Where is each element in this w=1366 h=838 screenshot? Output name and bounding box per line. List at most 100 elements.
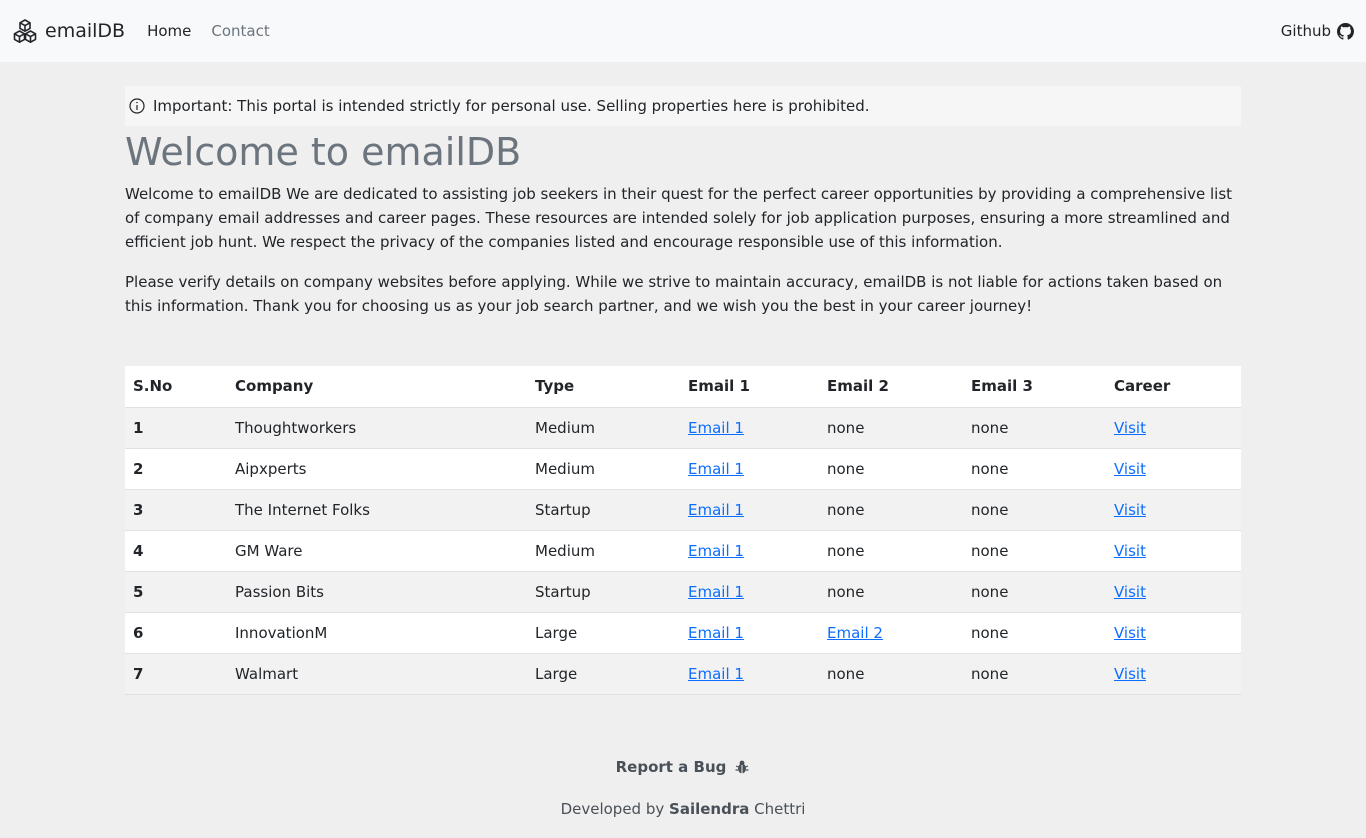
cell-email1: Email 1 [680, 529, 819, 571]
cell-sno: 6 [125, 611, 227, 653]
table-row: 3 The Internet Folks Startup Email 1 none non… [125, 488, 1241, 530]
header-type: Type [527, 366, 680, 407]
report-bug-link[interactable]: Report a Bug [0, 758, 1366, 776]
header-email2: Email 2 [819, 366, 963, 407]
info-circle-icon [129, 98, 145, 114]
cell-career: Visit [1106, 652, 1241, 695]
cell-type: Medium [527, 406, 680, 448]
cell-type: Medium [527, 529, 680, 571]
cell-email3: none [963, 570, 1106, 612]
brand-link[interactable]: emailDB [12, 18, 125, 44]
cell-email3: none [963, 406, 1106, 448]
email2-link[interactable]: Email 2 [827, 624, 883, 642]
github-icon [1337, 22, 1354, 40]
bug-icon [735, 760, 749, 774]
cell-email1: Email 1 [680, 570, 819, 612]
career-visit-link[interactable]: Visit [1114, 460, 1146, 478]
nav-home[interactable]: Home [147, 22, 191, 40]
career-visit-link[interactable]: Visit [1114, 501, 1146, 519]
cell-email1: Email 1 [680, 652, 819, 695]
career-visit-link[interactable]: Visit [1114, 542, 1146, 560]
header-career: Career [1106, 366, 1241, 407]
cell-sno: 5 [125, 570, 227, 612]
developer-credit: Developed by Sailendra Chettri [0, 800, 1366, 818]
cell-company: InnovationM [227, 611, 527, 653]
cell-career: Visit [1106, 447, 1241, 489]
cell-email1: Email 1 [680, 406, 819, 448]
header-email1: Email 1 [680, 366, 819, 407]
intro-paragraph: Welcome to emailDB We are dedicated to a… [125, 185, 1233, 251]
cell-email2: none [819, 406, 963, 448]
cell-email1: Email 1 [680, 447, 819, 489]
table-header-row: S.No Company Type Email 1 Email 2 Email … [125, 366, 1241, 407]
table-row: 4 GM Ware Medium Email 1 none none Visit [125, 529, 1241, 571]
cell-email2: none [819, 488, 963, 530]
cubes-icon [13, 19, 37, 43]
header-email3: Email 3 [963, 366, 1106, 407]
email1-link[interactable]: Email 1 [688, 501, 744, 519]
cell-company: Passion Bits [227, 570, 527, 612]
table-row: 2 Aipxperts Medium Email 1 none none Visit [125, 447, 1241, 489]
cell-email3: none [963, 488, 1106, 530]
cell-email3: none [963, 652, 1106, 695]
career-visit-link[interactable]: Visit [1114, 665, 1146, 683]
github-link[interactable]: Github [1281, 0, 1354, 62]
cell-career: Visit [1106, 570, 1241, 612]
career-visit-link[interactable]: Visit [1114, 583, 1146, 601]
cell-email2: none [819, 652, 963, 695]
github-label: Github [1280, 22, 1331, 40]
table-row: 1 Thoughtworkers Medium Email 1 none none Visi… [125, 406, 1241, 448]
cell-career: Visit [1106, 529, 1241, 571]
email1-link[interactable]: Email 1 [688, 624, 744, 642]
cell-type: Startup [527, 570, 680, 612]
dev-last-name: Chettri [754, 800, 806, 818]
cell-company: Walmart [227, 652, 527, 695]
career-visit-link[interactable]: Visit [1114, 624, 1146, 642]
cell-career: Visit [1106, 611, 1241, 653]
dev-prefix: Developed by [560, 800, 665, 818]
notice-alert: Important: This portal is intended stric… [125, 86, 1241, 126]
cell-type: Medium [527, 447, 680, 489]
cell-career: Visit [1106, 488, 1241, 530]
cell-email1: Email 1 [680, 488, 819, 530]
company-table: S.No Company Type Email 1 Email 2 Email … [125, 366, 1241, 695]
cell-email2: none [819, 447, 963, 489]
cell-email3: none [963, 447, 1106, 489]
email1-link[interactable]: Email 1 [688, 460, 744, 478]
cell-company: The Internet Folks [227, 488, 527, 530]
header-sno: S.No [125, 366, 227, 407]
table-row: 7 Walmart Large Email 1 none none Visit [125, 652, 1241, 695]
cell-sno: 3 [125, 488, 227, 530]
cell-email3: none [963, 611, 1106, 653]
email1-link[interactable]: Email 1 [688, 419, 744, 437]
disclaimer-paragraph: Please verify details on company website… [125, 273, 1223, 315]
cell-email1: Email 1 [680, 611, 819, 653]
cell-company: Aipxperts [227, 447, 527, 489]
email1-link[interactable]: Email 1 [688, 665, 744, 683]
cell-email2: Email 2 [819, 611, 963, 653]
header-company: Company [227, 366, 527, 407]
cell-sno: 7 [125, 652, 227, 695]
email1-link[interactable]: Email 1 [688, 583, 744, 601]
email1-link[interactable]: Email 1 [688, 542, 744, 560]
page-title: Welcome to emailDB [125, 130, 522, 174]
cell-sno: 1 [125, 406, 227, 448]
cell-career: Visit [1106, 406, 1241, 448]
cell-email2: none [819, 570, 963, 612]
cell-email2: none [819, 529, 963, 571]
nav-contact[interactable]: Contact [211, 22, 269, 40]
navbar: emailDB Home Contact Github [0, 0, 1366, 62]
alert-text: Important: This portal is intended stric… [153, 97, 870, 115]
cell-sno: 2 [125, 447, 227, 489]
table-row: 6 InnovationM Large Email 1 Email 2 none Visit [125, 611, 1241, 653]
cell-type: Startup [527, 488, 680, 530]
dev-first-name: Sailendra [669, 800, 750, 818]
cell-type: Large [527, 652, 680, 695]
cell-email3: none [963, 529, 1106, 571]
cell-company: Thoughtworkers [227, 406, 527, 448]
table-body: 1 Thoughtworkers Medium Email 1 none none Visi… [125, 406, 1241, 695]
cell-company: GM Ware [227, 529, 527, 571]
career-visit-link[interactable]: Visit [1114, 419, 1146, 437]
cell-sno: 4 [125, 529, 227, 571]
company-table-wrapper: S.No Company Type Email 1 Email 2 Email … [125, 366, 1241, 695]
